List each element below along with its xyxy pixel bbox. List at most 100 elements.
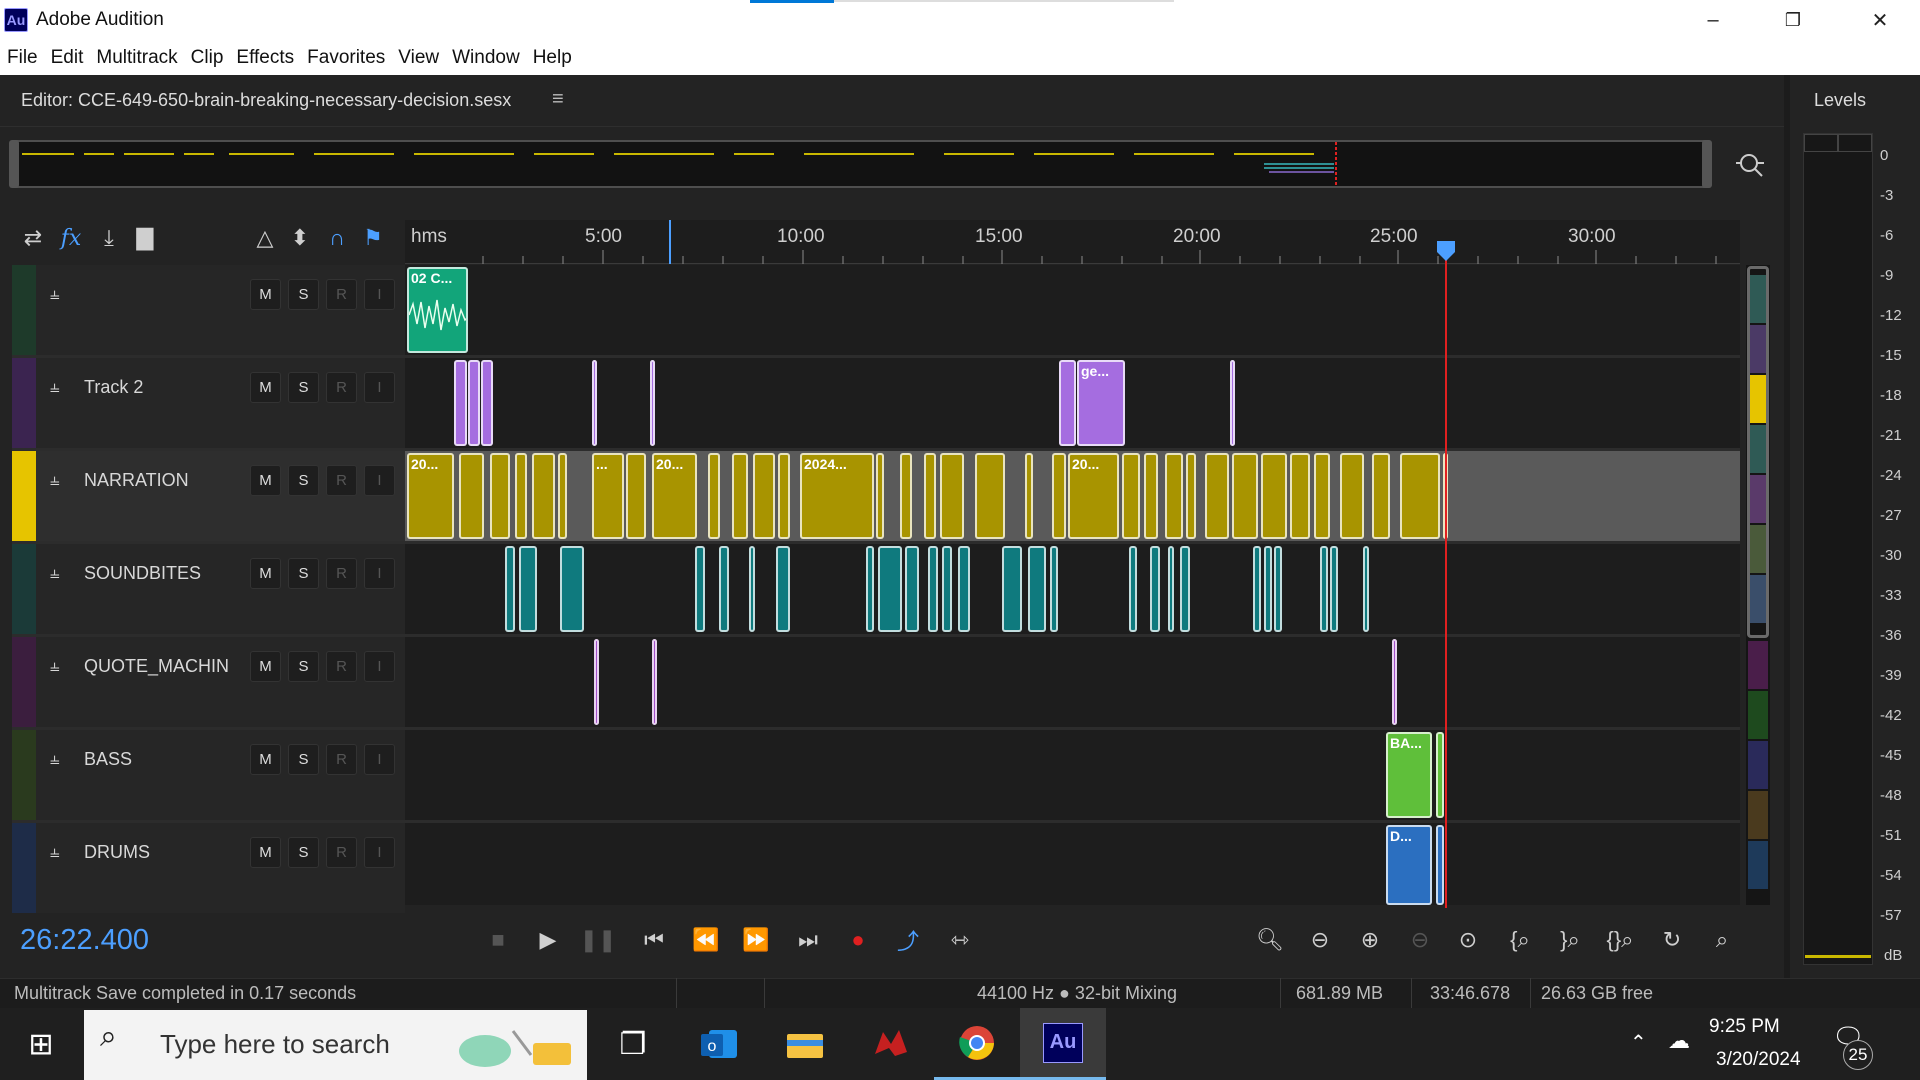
audio-clip[interactable]	[594, 639, 599, 725]
audio-clip[interactable]	[481, 360, 493, 446]
audio-clip[interactable]	[900, 453, 912, 539]
track-lane-4[interactable]	[405, 544, 1740, 634]
sends-button[interactable]: ⤓	[94, 222, 124, 254]
audition-button[interactable]: Au	[1020, 1008, 1106, 1080]
track-lane-6[interactable]	[405, 730, 1740, 820]
track-name[interactable]: SOUNDBITES	[84, 563, 201, 584]
outlook-button[interactable]: o	[676, 1008, 762, 1080]
audio-clip[interactable]	[1230, 360, 1235, 446]
record-button[interactable]: ●	[840, 924, 876, 956]
go-to-start-button[interactable]: ⏮	[636, 924, 672, 956]
solo-button[interactable]: S	[288, 837, 319, 868]
audio-clip[interactable]	[1290, 453, 1310, 539]
audio-clip[interactable]	[1025, 453, 1033, 539]
overview-left-handle[interactable]	[9, 140, 19, 188]
audio-clip[interactable]	[1330, 546, 1338, 632]
audio-clip[interactable]	[1180, 546, 1190, 632]
audio-clip[interactable]	[876, 453, 884, 539]
zoom-selection-button[interactable]: {}⌕	[1602, 924, 1638, 956]
audio-clip[interactable]	[732, 453, 748, 539]
task-view-button[interactable]: ❐	[590, 1008, 676, 1080]
audio-clip[interactable]	[626, 453, 646, 539]
audio-clip[interactable]	[1261, 453, 1287, 539]
menu-favorites[interactable]: Favorites	[307, 47, 385, 69]
record-arm-button[interactable]: R	[326, 651, 357, 682]
mute-button[interactable]: M	[250, 651, 281, 682]
record-arm-button[interactable]: R	[326, 279, 357, 310]
start-button[interactable]: ⊞	[0, 1008, 82, 1080]
audio-clip[interactable]	[1205, 453, 1229, 539]
audio-clip[interactable]	[940, 453, 964, 539]
mute-button[interactable]: M	[250, 465, 281, 496]
audio-clip[interactable]	[505, 546, 515, 632]
monitor-input-button[interactable]: I	[364, 651, 395, 682]
zoom-in-at-end-button[interactable]: }⌕	[1552, 924, 1588, 956]
session-overview-navigator[interactable]	[12, 140, 1712, 188]
fast-forward-button[interactable]: ⏩	[738, 924, 774, 956]
zoom-out-full-button[interactable]: ⊙	[1450, 924, 1486, 956]
record-arm-button[interactable]: R	[326, 744, 357, 775]
audio-clip[interactable]	[1150, 546, 1160, 632]
skip-selection-button[interactable]: ⇿	[942, 924, 978, 956]
chrome-button[interactable]	[934, 1008, 1020, 1080]
menu-edit[interactable]: Edit	[51, 47, 84, 69]
audio-clip[interactable]	[1392, 639, 1397, 725]
audio-clip[interactable]	[558, 453, 567, 539]
minimize-button[interactable]: –	[1673, 0, 1753, 41]
audio-clip[interactable]	[515, 453, 527, 539]
audio-clip[interactable]	[1363, 546, 1369, 632]
audio-clip[interactable]	[749, 546, 755, 632]
audio-clip[interactable]	[468, 360, 480, 446]
playhead-line[interactable]	[1445, 258, 1447, 908]
audio-clip[interactable]: D...	[1386, 825, 1432, 905]
mute-button[interactable]: M	[250, 744, 281, 775]
effects-rack-button[interactable]: fx	[56, 222, 86, 254]
time-stretch-button[interactable]: ⬍	[285, 222, 315, 254]
menu-help[interactable]: Help	[533, 47, 572, 69]
solo-button[interactable]: S	[288, 465, 319, 496]
track-name[interactable]: DRUMS	[84, 842, 150, 863]
audio-clip[interactable]	[928, 546, 938, 632]
monitor-input-button[interactable]: I	[364, 744, 395, 775]
audio-clip[interactable]	[1129, 546, 1137, 632]
restore-button[interactable]: ❐	[1753, 0, 1833, 41]
audio-clip[interactable]	[1122, 453, 1140, 539]
metronome-button[interactable]: △	[250, 222, 280, 254]
solo-button[interactable]: S	[288, 279, 319, 310]
loop-playback-button[interactable]: ⤴	[890, 924, 926, 956]
audio-clip[interactable]: ge...	[1077, 360, 1125, 446]
audio-clip[interactable]: 02 C...	[407, 267, 468, 353]
audio-clip[interactable]	[778, 453, 790, 539]
close-button[interactable]: ✕	[1840, 0, 1920, 41]
audio-clip[interactable]	[650, 360, 655, 446]
audio-clip[interactable]	[652, 639, 657, 725]
track-lane-5[interactable]	[405, 637, 1740, 727]
audio-clip[interactable]: 20...	[652, 453, 697, 539]
track-lane-1[interactable]	[405, 265, 1740, 355]
monitor-input-button[interactable]: I	[364, 837, 395, 868]
audio-clip[interactable]	[1320, 546, 1328, 632]
audio-clip[interactable]	[490, 453, 510, 539]
audio-clip[interactable]	[866, 546, 874, 632]
audio-clip[interactable]	[1436, 732, 1444, 818]
pause-button[interactable]: ❚❚	[580, 924, 617, 956]
audio-clip[interactable]	[560, 546, 584, 632]
play-button[interactable]: ▶	[530, 924, 566, 956]
audio-clip[interactable]	[1274, 546, 1282, 632]
track-lane-7[interactable]	[405, 823, 1740, 905]
audio-clip[interactable]	[695, 546, 705, 632]
monitor-input-button[interactable]: I	[364, 558, 395, 589]
audio-clip[interactable]	[958, 546, 970, 632]
audio-clip[interactable]	[1002, 546, 1022, 632]
solo-button[interactable]: S	[288, 558, 319, 589]
audio-clip[interactable]	[708, 453, 720, 539]
go-to-end-button[interactable]: ⏭	[790, 924, 826, 956]
record-arm-button[interactable]: R	[326, 558, 357, 589]
audio-clip[interactable]	[1264, 546, 1272, 632]
zoom-to-tracks-button[interactable]: ↻	[1654, 924, 1690, 956]
zoom-in-at-start-button[interactable]: {⌕	[1502, 924, 1538, 956]
monitor-input-button[interactable]: I	[364, 372, 395, 403]
monitor-input-button[interactable]: I	[364, 279, 395, 310]
audio-clip[interactable]	[878, 546, 902, 632]
audio-clip[interactable]	[1165, 453, 1183, 539]
